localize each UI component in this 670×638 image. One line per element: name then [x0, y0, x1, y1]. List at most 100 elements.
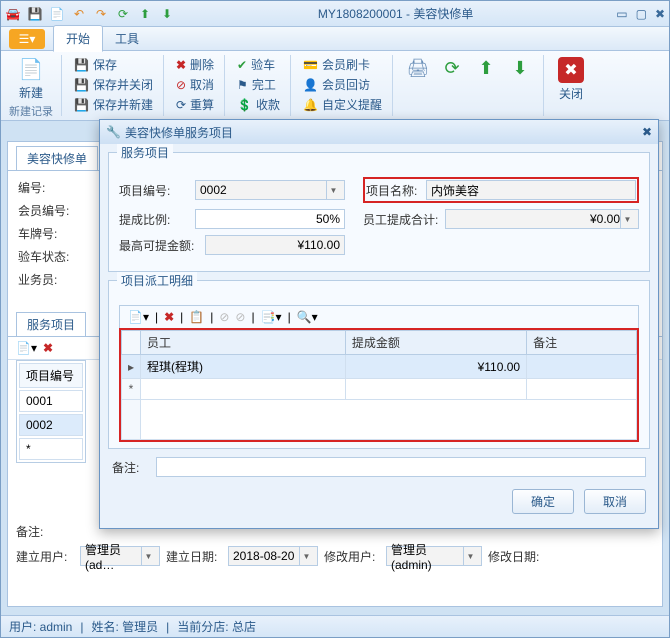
chevron-down-icon[interactable]: ▼: [299, 547, 313, 565]
up-icon[interactable]: ⬆: [137, 6, 153, 22]
label-proj-no: 项目编号:: [119, 182, 191, 199]
close-icon[interactable]: ✖: [655, 7, 665, 21]
chevron-down-icon[interactable]: ▼: [141, 547, 155, 565]
tb-new-icon[interactable]: 📄▾: [128, 310, 149, 324]
cancel-modal-button[interactable]: 取消: [584, 489, 646, 514]
modal-remark-input[interactable]: [156, 457, 646, 477]
col-amount[interactable]: 提成金额: [345, 331, 526, 355]
ratio-input[interactable]: [195, 209, 345, 229]
delete-button[interactable]: ✖删除: [174, 55, 216, 74]
recalc-button[interactable]: ⟳重算: [174, 95, 216, 114]
panel-tab[interactable]: 美容快修单: [16, 146, 98, 170]
save-new-button[interactable]: 💾保存并新建: [72, 95, 155, 114]
col-proj-no: 项目编号: [19, 363, 83, 388]
status-bar: 用户: admin| 姓名: 管理员| 当前分店: 总店: [1, 615, 669, 637]
reload-button[interactable]: ⟳: [437, 55, 467, 81]
refresh-icon: ⟳: [176, 98, 186, 112]
member-card-button[interactable]: 💳会员刷卡: [301, 55, 384, 74]
tb-delete-icon[interactable]: ✖: [164, 310, 174, 324]
grid-cell[interactable]: 0001: [19, 390, 83, 412]
group-new-label: 新建记录: [9, 103, 53, 119]
save-close-button[interactable]: 💾保存并关闭: [72, 75, 155, 94]
chevron-down-icon[interactable]: ▼: [463, 547, 477, 565]
quick-access: 🚘 💾 📄 ↶ ↷ ⟳ ⬆ ⬇: [5, 6, 175, 22]
service-item-dialog: 🔧 美容快修单服务项目 ✖ 服务项目 项目编号: 0002▼ 项目名称: 内饰美…: [99, 119, 659, 529]
inspect-button[interactable]: ✔验车: [235, 55, 282, 74]
nav-up-button[interactable]: ⬆: [471, 55, 501, 81]
new-row-icon[interactable]: 📄▾: [16, 341, 37, 355]
create-user-field[interactable]: 管理员(ad…▼: [80, 546, 160, 566]
tb-stop2-icon[interactable]: ⊘: [235, 310, 245, 324]
legend-service: 服务项目: [117, 144, 173, 161]
disk-icon: 💾: [74, 78, 89, 92]
save-x-icon[interactable]: 📄: [49, 6, 65, 22]
create-date-field[interactable]: 2018-08-20▼: [228, 546, 318, 566]
assign-grid[interactable]: 员工 提成金额 备注 ▸ 程琪(程琪) ¥110.00 *: [121, 330, 637, 440]
modify-user-field[interactable]: 管理员(admin)▼: [386, 546, 482, 566]
tb-paste-icon[interactable]: 📑▾: [261, 310, 282, 324]
row-indicator-icon: ▸: [122, 355, 141, 379]
tb-search-icon[interactable]: 🔍▾: [297, 310, 318, 324]
label-create-user: 建立用户:: [16, 548, 74, 565]
maximize-icon[interactable]: ▢: [636, 7, 647, 21]
chevron-down-icon[interactable]: ▼: [326, 181, 340, 199]
window-title: MY1808200001 - 美容快修单: [175, 5, 616, 22]
app-menu-button[interactable]: ☰▾: [9, 29, 45, 49]
service-tab[interactable]: 服务项目: [16, 312, 86, 336]
cell-staff[interactable]: 程琪(程琪): [141, 355, 346, 379]
status-name: 姓名: 管理员: [91, 618, 158, 635]
disk-icon: 💾: [74, 98, 89, 112]
chevron-down-icon[interactable]: ▼: [620, 210, 634, 228]
finish-button[interactable]: ⚑完工: [235, 75, 282, 94]
close-button[interactable]: ✖ 关闭: [554, 55, 588, 104]
tb-stop-icon[interactable]: ⊘: [219, 310, 229, 324]
col-staff[interactable]: 员工: [141, 331, 346, 355]
cell-remark[interactable]: [527, 355, 637, 379]
ok-button[interactable]: 确定: [512, 489, 574, 514]
tab-start[interactable]: 开始: [53, 25, 103, 52]
grid-cell[interactable]: 0002: [19, 414, 83, 436]
titlebar: 🚘 💾 📄 ↶ ↷ ⟳ ⬆ ⬇ MY1808200001 - 美容快修单 ▭ ▢…: [1, 1, 669, 27]
fee-button[interactable]: 💲收款: [235, 95, 282, 114]
status-branch: 当前分店: 总店: [177, 618, 256, 635]
member-visit-button[interactable]: 👤会员回访: [301, 75, 384, 94]
flag-icon: ⚑: [237, 78, 248, 92]
max-amt-field: ¥110.00: [205, 235, 345, 255]
tab-tools[interactable]: 工具: [103, 26, 151, 51]
label-remark: 备注:: [16, 523, 74, 540]
print-button[interactable]: 🖨: [403, 55, 433, 81]
new-button[interactable]: 📄 新建: [9, 55, 53, 103]
cancel-icon: ⊘: [176, 78, 186, 92]
nav-down-button[interactable]: ⬇: [505, 55, 535, 81]
cancel-button[interactable]: ⊘取消: [174, 75, 216, 94]
redo-icon[interactable]: ↷: [93, 6, 109, 22]
proj-name-field: 内饰美容: [426, 180, 636, 200]
dialog-icon: 🔧: [106, 125, 121, 139]
label-staff-total: 员工提成合计:: [363, 211, 441, 228]
label-modal-remark: 备注:: [112, 459, 152, 476]
status-user: 用户: admin: [9, 618, 72, 635]
table-row[interactable]: ▸ 程琪(程琪) ¥110.00: [122, 355, 637, 379]
dialog-title: 美容快修单服务项目: [125, 124, 233, 141]
label-member-no: 会员编号:: [18, 202, 76, 219]
label-create-date: 建立日期:: [166, 548, 222, 565]
refresh-icon[interactable]: ⟳: [115, 6, 131, 22]
service-grid[interactable]: 项目编号 0001 0002 *: [16, 360, 86, 463]
label-plate: 车牌号:: [18, 225, 76, 242]
col-remark[interactable]: 备注: [527, 331, 637, 355]
undo-icon[interactable]: ↶: [71, 6, 87, 22]
custom-alert-button[interactable]: 🔔自定义提醒: [301, 95, 384, 114]
cell-amount[interactable]: ¥110.00: [345, 355, 526, 379]
label-no: 编号:: [18, 179, 76, 196]
grid-new-row[interactable]: *: [19, 438, 83, 460]
save-icon[interactable]: 💾: [27, 6, 43, 22]
tb-copy-icon[interactable]: 📋: [189, 310, 204, 324]
table-new-row[interactable]: *: [122, 379, 637, 400]
minimize-icon[interactable]: ▭: [616, 7, 627, 21]
proj-no-field[interactable]: 0002▼: [195, 180, 345, 200]
down-icon[interactable]: ⬇: [159, 6, 175, 22]
card-icon: 💳: [303, 58, 318, 72]
save-button[interactable]: 💾保存: [72, 55, 155, 74]
delete-row-icon[interactable]: ✖: [43, 341, 53, 355]
dialog-close-icon[interactable]: ✖: [642, 125, 652, 139]
